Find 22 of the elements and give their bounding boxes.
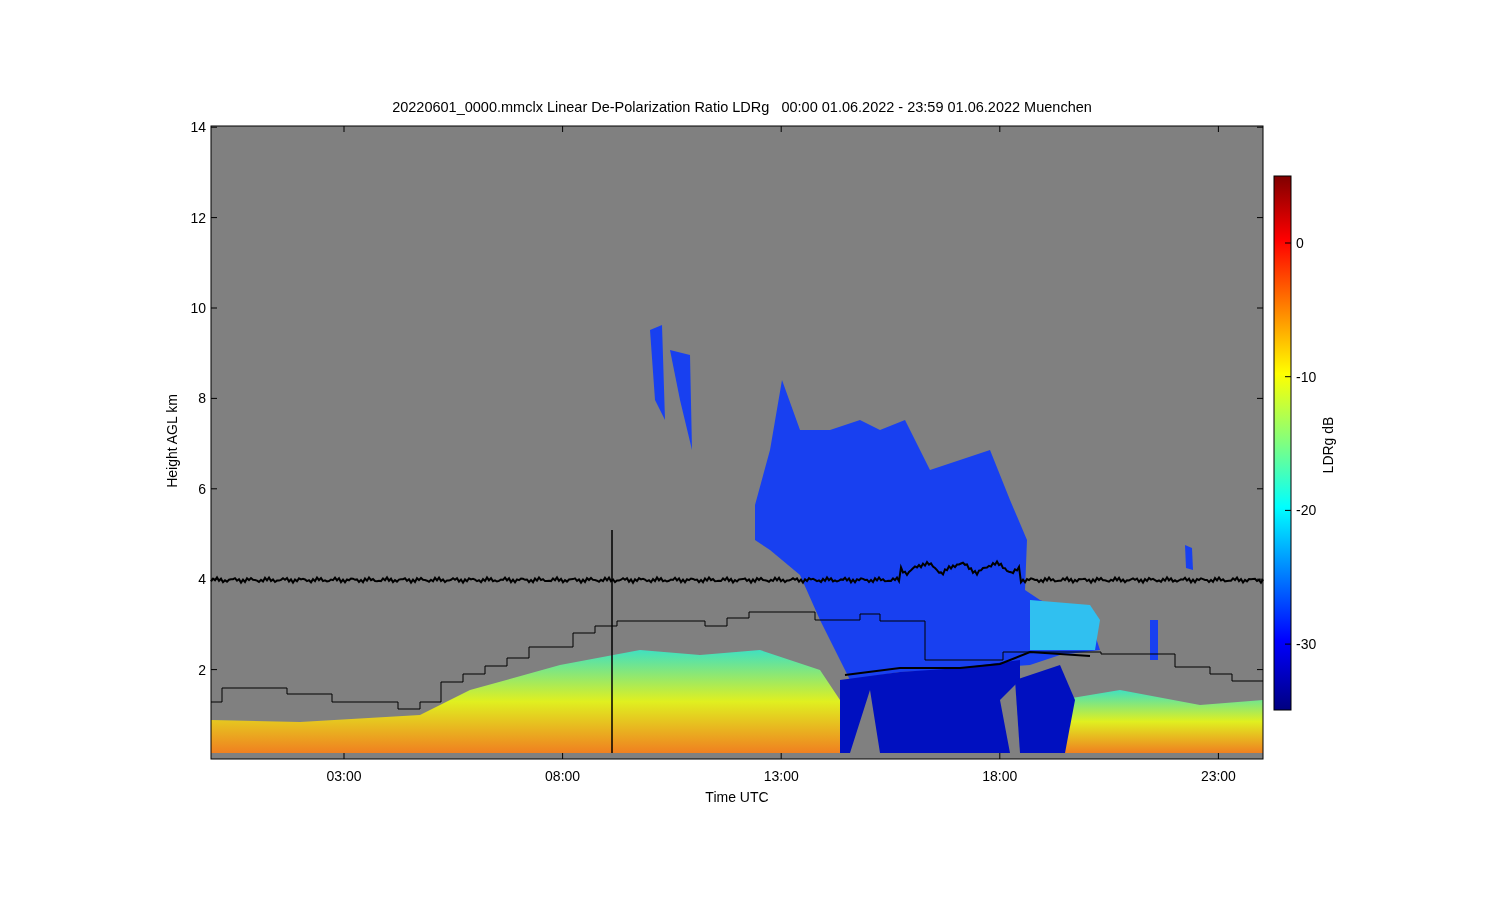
color-scale-tick-label: -20	[1296, 502, 1317, 519]
x-tick-label: 13:00	[763, 768, 799, 784]
y-tick-label: 4	[198, 571, 206, 588]
y-tick-label: 14	[190, 119, 206, 136]
y-axis-label: Height AGL km	[164, 394, 180, 488]
y-tick-label: 10	[190, 300, 206, 316]
color-scale-label: LDRg dB	[1320, 416, 1336, 474]
y-tick-label: 6	[198, 480, 206, 497]
color-scale-tick-label: -10	[1296, 368, 1317, 385]
x-tick-label: 03:00	[326, 768, 362, 784]
x-tick-label: 23:00	[1200, 768, 1236, 784]
cloud-echo-area	[1150, 620, 1158, 660]
y-tick-label: 12	[190, 209, 206, 226]
y-tick-label: 8	[198, 390, 206, 407]
color-scale-tick-label: 0	[1296, 235, 1304, 251]
chart-title: 20220601_0000.mmclx Linear De-Polarization Ratio LDRg 00:00 01.06.2022 - 23:59 01.06.2022 Muenchen	[392, 99, 1092, 115]
x-axis-label: Time UTC	[705, 789, 769, 805]
cloud-echo-area	[1185, 545, 1193, 570]
color-scale-tick-label: -30	[1296, 636, 1317, 653]
x-tick-label: 18:00	[982, 768, 1018, 784]
y-tick-label: 2	[198, 661, 206, 678]
x-tick-label: 08:00	[545, 768, 581, 784]
